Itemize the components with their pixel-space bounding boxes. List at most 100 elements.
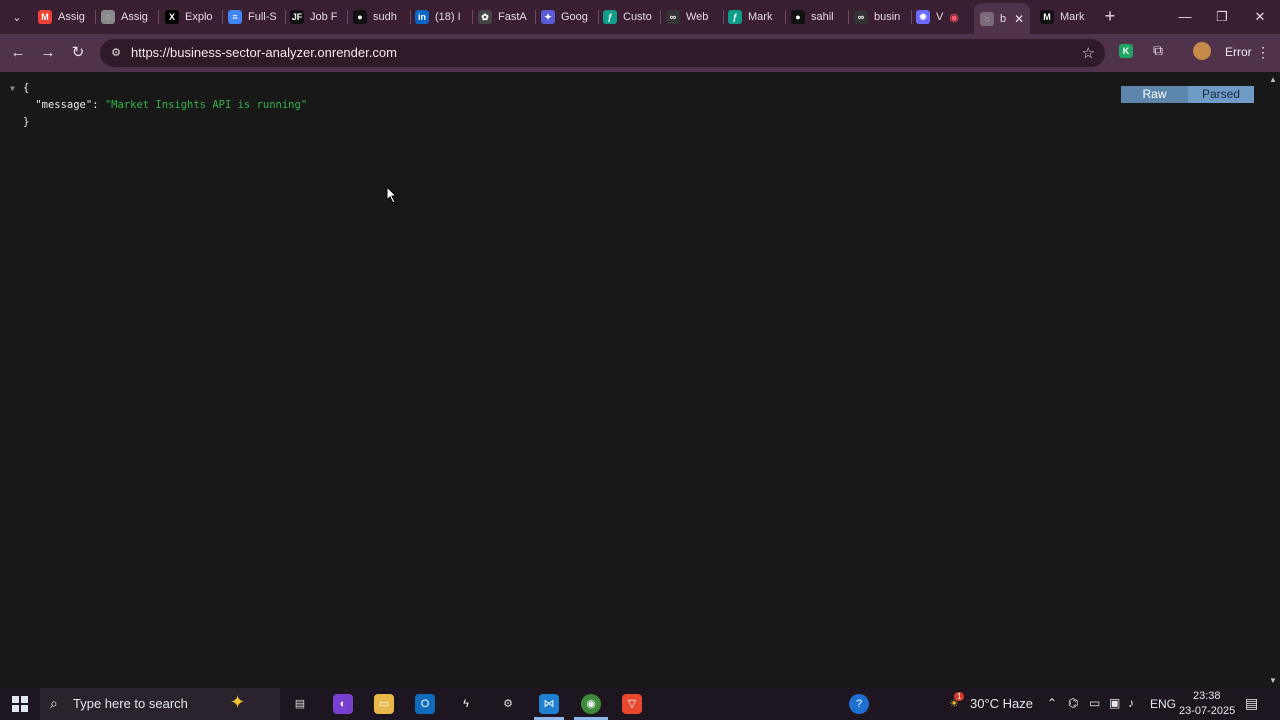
tab-14[interactable]: ✹ V ◉: [916, 6, 966, 28]
tab-8[interactable]: ✦ Goog: [541, 6, 599, 28]
tab-separator: [660, 10, 661, 24]
tab-separator: [158, 10, 159, 24]
volume-icon[interactable]: ♪: [1128, 696, 1134, 710]
tab-label: busin: [874, 11, 901, 23]
address-bar[interactable]: ⚙ https://business-sector-analyzer.onren…: [100, 39, 1105, 67]
copilot-sparkle-icon[interactable]: ✦: [230, 692, 245, 713]
tab-0[interactable]: M Assig: [38, 6, 96, 28]
tab-active[interactable]: ◌ b ✕: [974, 3, 1030, 34]
network-icon[interactable]: ⌬: [1068, 696, 1078, 710]
json-string-value: "Market Insights API is running": [104, 99, 308, 111]
help-icon[interactable]: ?: [849, 694, 869, 714]
battery-icon[interactable]: ▭: [1089, 696, 1100, 710]
tab-label: Custo: [623, 11, 652, 23]
scroll-up-icon[interactable]: ▲: [1269, 75, 1277, 84]
recording-icon: ◉: [949, 11, 959, 24]
tab-label: Assig: [121, 11, 148, 23]
feather-icon: ƒ: [728, 10, 742, 24]
taskbar-search-box[interactable]: ⌕ Type here to search ✦: [40, 688, 280, 720]
tab-label: (18) I: [435, 11, 461, 23]
tab-label: FastA: [498, 11, 527, 23]
url-text[interactable]: https://business-sector-analyzer.onrende…: [131, 45, 397, 60]
tab-10[interactable]: ∞ Web: [666, 6, 724, 28]
forward-arrow-icon[interactable]: →: [38, 43, 58, 63]
page-content: ▼{ "message": "Market Insights API is ru…: [0, 72, 1266, 688]
raw-view-button[interactable]: Raw: [1121, 86, 1188, 103]
settings-gear-icon[interactable]: ⚙: [498, 694, 518, 714]
back-arrow-icon[interactable]: ←: [8, 43, 28, 63]
site-info-icon[interactable]: ⚙: [108, 45, 124, 61]
scroll-down-icon[interactable]: ▼: [1269, 676, 1277, 685]
tab-label: sudh: [373, 11, 397, 23]
windows-start-icon[interactable]: [12, 696, 28, 712]
tab-label: sahil: [811, 11, 834, 23]
x-icon: X: [165, 10, 179, 24]
json-close-brace: }: [23, 116, 30, 128]
tab-2[interactable]: X Explo: [165, 6, 223, 28]
reload-icon[interactable]: ↻: [68, 43, 88, 63]
tab-label: b: [1000, 12, 1007, 25]
tab-mark[interactable]: M Mark: [1040, 6, 1090, 28]
tray-chevron-up-icon[interactable]: ⌃: [1047, 696, 1057, 710]
link-icon: ∞: [854, 10, 868, 24]
tab-5[interactable]: ● sudh: [353, 6, 411, 28]
link-icon: ∞: [666, 10, 680, 24]
chrome-icon[interactable]: ◉: [581, 694, 601, 714]
tab-separator: [410, 10, 411, 24]
notification-icon[interactable]: ▤: [1245, 695, 1258, 712]
clock-time[interactable]: 23:38: [1193, 690, 1221, 702]
docs-icon: ≡: [228, 10, 242, 24]
tab-6[interactable]: in (18) I: [415, 6, 473, 28]
new-tab-button[interactable]: +: [1101, 7, 1119, 25]
tab-label: Mark: [1060, 11, 1085, 23]
tab-1[interactable]: ◌ Assig: [101, 6, 159, 28]
lightning-app-icon[interactable]: ϟ: [456, 694, 476, 714]
bookmark-star-icon[interactable]: ☆: [1082, 44, 1095, 62]
restore-button[interactable]: ❐: [1207, 7, 1237, 27]
json-colon: :: [92, 99, 105, 111]
search-icon: ⌕: [50, 695, 58, 711]
json-key: "message": [35, 99, 93, 111]
menu-kebab-icon[interactable]: ⋮: [1256, 42, 1270, 62]
windows-taskbar: ⌕ Type here to search ✦ ▤ ◐ ▭ O ϟ ⚙ ⋈ ◉ …: [0, 688, 1280, 720]
tab-search-chevron-icon[interactable]: ⌄: [8, 8, 26, 26]
sparkle-icon: ✹: [916, 10, 930, 24]
collapse-toggle-icon[interactable]: ▼: [10, 80, 23, 97]
clock-date[interactable]: 23-07-2025: [1179, 705, 1235, 717]
profile-error-chip[interactable]: Error: [1221, 41, 1256, 63]
profile-avatar[interactable]: [1193, 42, 1211, 60]
medium-icon: M: [1040, 10, 1054, 24]
vertical-scrollbar[interactable]: ▲ ▼: [1266, 72, 1280, 688]
vscode-icon[interactable]: ⋈: [539, 694, 559, 714]
tab-4[interactable]: JF Job F: [290, 6, 348, 28]
extensions-puzzle-icon[interactable]: ⧉: [1149, 42, 1167, 60]
tab-9[interactable]: ƒ Custo: [603, 6, 661, 28]
brave-icon[interactable]: ▽: [622, 694, 642, 714]
extension-k-icon[interactable]: K: [1119, 44, 1133, 58]
gmail-icon: M: [38, 10, 52, 24]
display-icon[interactable]: ▣: [1109, 696, 1120, 710]
tab-separator: [785, 10, 786, 24]
close-tab-icon[interactable]: ✕: [1014, 12, 1024, 26]
task-view-icon[interactable]: ▤: [290, 694, 310, 714]
tab-12[interactable]: ● sahil: [791, 6, 849, 28]
close-window-button[interactable]: ✕: [1245, 7, 1275, 27]
github-icon: ●: [791, 10, 805, 24]
tab-label: Assig: [58, 11, 85, 23]
file-explorer-icon[interactable]: ▭: [374, 694, 394, 714]
tab-label: Full-S: [248, 11, 277, 23]
copilot-icon[interactable]: ◐: [333, 694, 353, 714]
tab-11[interactable]: ƒ Mark: [728, 6, 786, 28]
tab-3[interactable]: ≡ Full-S: [228, 6, 286, 28]
parsed-view-button[interactable]: Parsed: [1188, 86, 1254, 103]
outlook-icon[interactable]: O: [415, 694, 435, 714]
json-viewer: ▼{ "message": "Market Insights API is ru…: [10, 80, 307, 131]
openai-icon: ✿: [478, 10, 492, 24]
weather-text[interactable]: 30°C Haze: [970, 696, 1033, 711]
tab-7[interactable]: ✿ FastA: [478, 6, 536, 28]
tab-label: Web: [686, 11, 709, 23]
json-open-brace: {: [23, 82, 30, 94]
language-indicator[interactable]: ENG: [1150, 697, 1176, 711]
minimize-button[interactable]: —: [1170, 7, 1200, 27]
tab-13[interactable]: ∞ busin: [854, 6, 912, 28]
